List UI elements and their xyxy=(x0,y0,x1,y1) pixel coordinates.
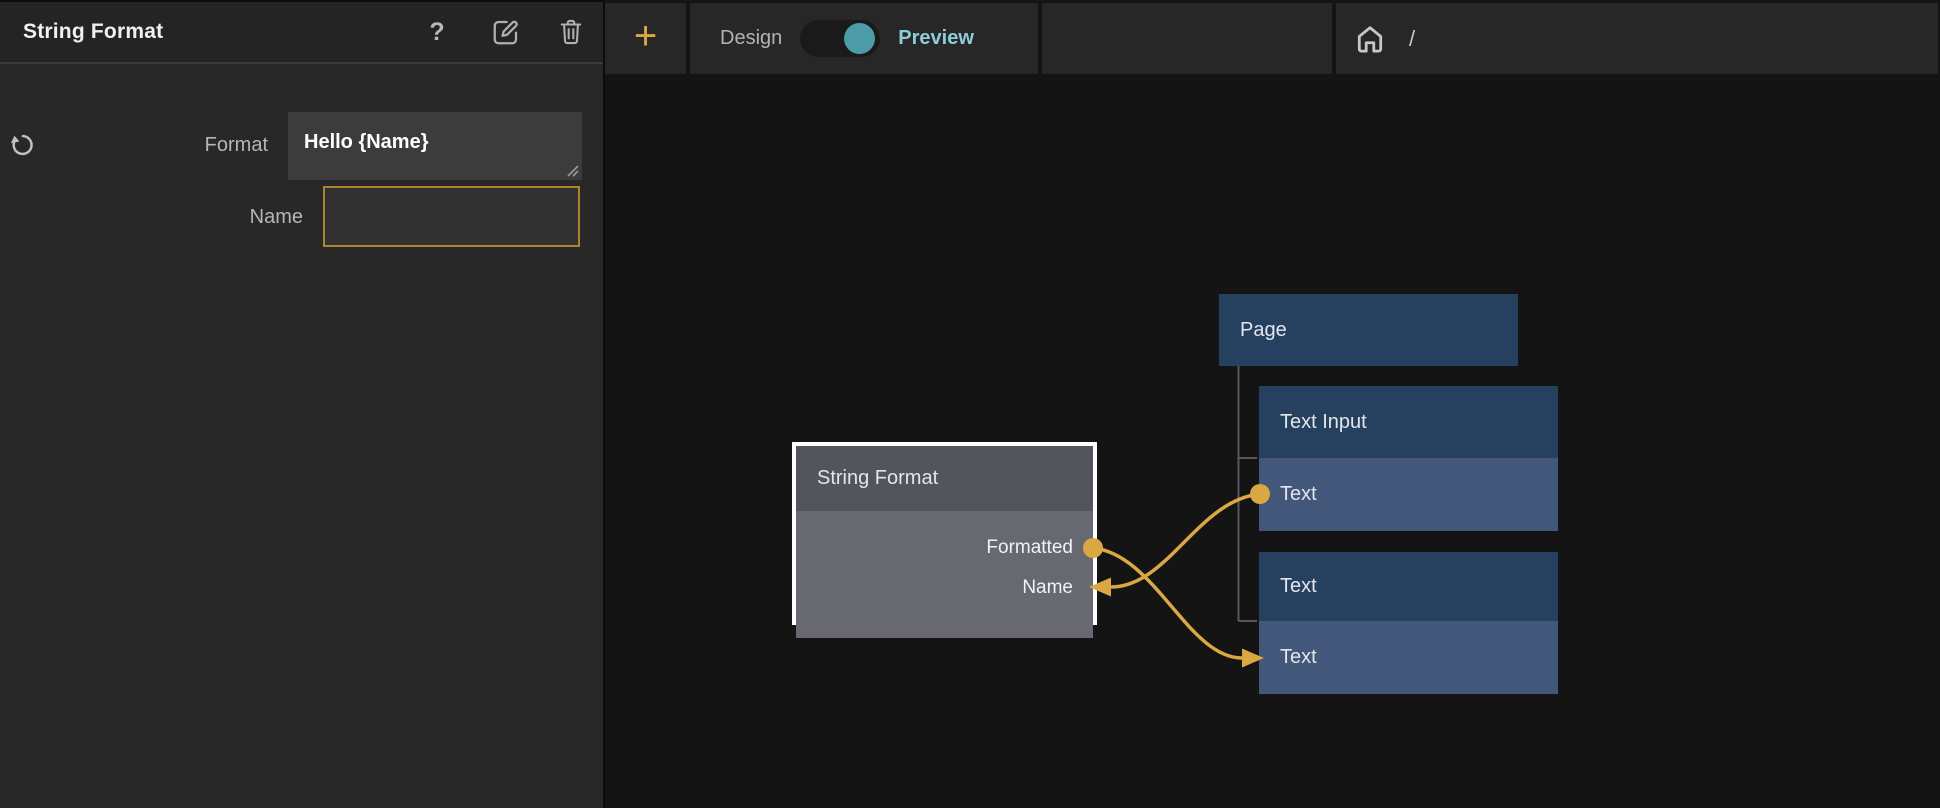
name-property-label: Name xyxy=(100,206,303,229)
node-string-format-selected[interactable]: String Format Formatted Name xyxy=(792,442,1097,625)
node-label: String Format xyxy=(817,467,938,490)
panel-title: String Format xyxy=(0,20,163,44)
node-string-format-body: Formatted Name xyxy=(796,511,1093,638)
format-textarea[interactable]: Hello {Name} xyxy=(288,112,582,180)
toolbar-add-section: + xyxy=(605,3,686,74)
toggle-knob xyxy=(844,23,875,54)
toolbar-nav-section xyxy=(1042,3,1332,74)
port-label: Formatted xyxy=(986,537,1073,559)
port-row-name-input[interactable]: Name xyxy=(796,568,1093,608)
node-text-input-header[interactable]: Text Input xyxy=(1259,386,1558,458)
port-label: Text xyxy=(1280,483,1317,506)
design-preview-toggle[interactable] xyxy=(800,20,880,57)
help-icon[interactable]: ? xyxy=(420,15,454,49)
property-panel-header: String Format ? xyxy=(0,2,603,64)
resize-handle-icon[interactable] xyxy=(567,165,579,177)
edit-icon[interactable] xyxy=(489,15,523,49)
node-text-input[interactable]: Text Input Text xyxy=(1259,386,1558,531)
plus-icon: + xyxy=(634,14,657,58)
port-row-text-output[interactable]: Text xyxy=(1259,458,1558,531)
home-icon[interactable] xyxy=(1352,22,1388,56)
design-mode-label[interactable]: Design xyxy=(720,27,782,50)
noodl-editor-window: Page Text Input Text Text Text String Fo… xyxy=(0,0,1940,808)
toolbar-breadcrumb-section: / xyxy=(1336,3,1938,74)
breadcrumb-path: / xyxy=(1409,26,1415,52)
toolbar-mode-section: Design Preview xyxy=(690,3,1038,74)
format-textarea-wrap: Hello {Name} xyxy=(288,112,582,180)
reset-property-icon[interactable] xyxy=(8,131,36,159)
node-string-format-header[interactable]: String Format xyxy=(796,446,1093,511)
port-row-text-input[interactable]: Text xyxy=(1259,621,1558,694)
preview-mode-label[interactable]: Preview xyxy=(898,27,974,50)
property-panel: String Format ? xyxy=(0,2,603,808)
add-node-button[interactable]: + xyxy=(634,16,657,62)
port-label: Text xyxy=(1280,646,1317,669)
format-property-label: Format xyxy=(100,134,268,157)
node-page[interactable]: Page xyxy=(1219,294,1518,366)
port-row-formatted-output[interactable]: Formatted xyxy=(796,528,1093,568)
node-page-header[interactable]: Page xyxy=(1219,294,1518,366)
node-text-header[interactable]: Text xyxy=(1259,552,1558,621)
node-label: Text Input xyxy=(1280,411,1367,434)
node-text[interactable]: Text Text xyxy=(1259,552,1558,694)
name-input[interactable] xyxy=(323,186,580,247)
node-label: Page xyxy=(1240,319,1287,342)
node-label: Text xyxy=(1280,575,1317,598)
trash-icon[interactable] xyxy=(554,15,588,49)
port-label: Name xyxy=(1022,577,1073,599)
property-panel-body: Format Hello {Name} Name xyxy=(0,64,603,808)
